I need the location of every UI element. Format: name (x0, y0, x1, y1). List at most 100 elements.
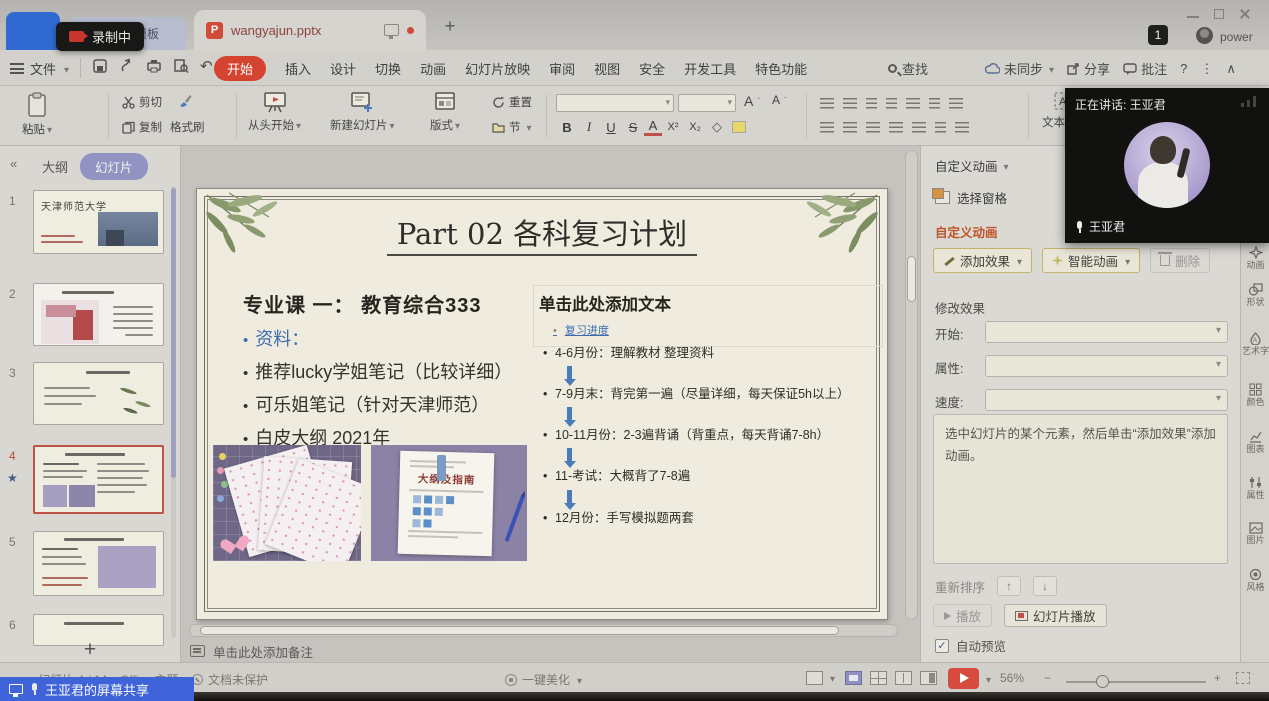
save-icon[interactable] (92, 58, 108, 74)
file-menu[interactable]: 文件 (10, 59, 69, 78)
sidebar-item-properties[interactable]: 属性 (1241, 476, 1269, 500)
new-tab-button[interactable]: + (438, 16, 462, 37)
distribute-icon[interactable] (912, 122, 926, 133)
notes-photo[interactable] (213, 445, 361, 561)
tab-view[interactable]: 视图 (594, 59, 620, 78)
checkbox-checked-icon[interactable]: ✓ (935, 639, 949, 653)
copy-button[interactable]: 复制 (122, 119, 162, 135)
smart-animation-button[interactable]: 智能动画 (1042, 248, 1140, 273)
align-center-icon[interactable] (843, 122, 857, 133)
fit-slide-button[interactable] (1236, 672, 1250, 684)
highlight-button[interactable] (732, 121, 746, 133)
tab-security[interactable]: 安全 (639, 59, 665, 78)
slide-thumbnail-4-selected[interactable]: 4 ★ (0, 445, 181, 516)
slide-play-button[interactable]: 幻灯片播放 (1004, 604, 1107, 627)
slide-thumbnail-3[interactable]: 3 (0, 362, 181, 427)
print-preview-icon[interactable] (173, 58, 189, 74)
wps-home-tab[interactable] (6, 12, 60, 50)
minimize-button[interactable] (1187, 8, 1199, 20)
columns-icon[interactable] (949, 98, 963, 109)
justify-icon[interactable] (889, 122, 903, 133)
font-size-combo[interactable] (678, 94, 736, 112)
indent-decrease-icon[interactable] (866, 98, 877, 109)
outline-guide-photo[interactable]: 大纲及指南 (371, 445, 527, 561)
decrease-font-button[interactable]: Aˇ (772, 93, 787, 107)
maximize-button[interactable] (1213, 8, 1225, 20)
new-slide-button[interactable]: 新建幻灯片 (330, 91, 395, 133)
reset-button[interactable]: 重置 (492, 94, 532, 110)
increase-font-button[interactable]: Aˆ (744, 93, 760, 109)
sidebar-item-colors[interactable]: 颜色 (1241, 383, 1269, 407)
protection-status[interactable]: 文档未保护 (192, 671, 268, 688)
zoom-slider-knob[interactable] (1096, 675, 1109, 688)
sync-status[interactable]: 未同步 (985, 59, 1054, 78)
add-effect-button[interactable]: 添加效果 (933, 248, 1032, 273)
comment-button[interactable]: 批注 (1123, 59, 1167, 78)
subscript-button[interactable]: X₂ (684, 121, 706, 133)
tab-slides[interactable]: 幻灯片 (80, 153, 148, 180)
print-icon[interactable] (146, 58, 162, 74)
align-left-icon[interactable] (820, 122, 834, 133)
font-family-combo[interactable] (556, 94, 674, 112)
move-up-button[interactable]: ↑ (997, 576, 1021, 596)
paste-button[interactable]: 粘贴 (22, 92, 52, 137)
slide-left-column[interactable]: 专业课 一： 教育综合333 资料： 推荐lucky学姐笔记（比较详细） 可乐姐… (243, 289, 543, 450)
slide-thumbnail-1[interactable]: 1 天津师范大学 (0, 190, 181, 256)
sidebar-item-animation[interactable]: 动画 (1241, 246, 1269, 270)
indent-increase-icon[interactable] (886, 98, 897, 109)
tab-special-features[interactable]: 特色功能 (755, 59, 807, 78)
beautify-button[interactable]: 一键美化 (505, 671, 582, 688)
slide-sorter-view-button[interactable] (870, 671, 887, 685)
search[interactable]: 查找 (888, 59, 928, 78)
delete-effect-button[interactable]: 删除 (1150, 248, 1210, 273)
tab-document[interactable]: P wangyajun.pptx (194, 10, 426, 50)
bullets-icon[interactable] (820, 98, 834, 109)
share-button[interactable]: 分享 (1067, 59, 1110, 78)
auto-preview-row[interactable]: ✓ 自动预览 (935, 636, 1006, 655)
slide-thumbnail-5[interactable]: 5 (0, 531, 181, 598)
tab-outline[interactable]: 大纲 (42, 157, 68, 176)
sidebar-item-style[interactable]: 风格 (1241, 568, 1269, 592)
vertical-scrollbar-thumb[interactable] (907, 256, 916, 302)
presenter-view-button[interactable] (920, 671, 937, 685)
paragraph-settings-icon[interactable] (955, 122, 969, 133)
screen-share-banner[interactable]: 王亚君的屏幕共享 (0, 677, 194, 701)
normal-view-button[interactable] (845, 671, 862, 685)
tab-animation[interactable]: 动画 (420, 59, 446, 78)
vertical-scrollbar[interactable] (905, 150, 918, 620)
slide-editor[interactable]: Part 02 各科复习计划 专业课 一： 教育综合333 资料： 推荐luck… (196, 188, 888, 620)
zoom-in-button[interactable]: + (1214, 671, 1221, 685)
tab-devtools[interactable]: 开发工具 (684, 59, 736, 78)
speed-dropdown[interactable] (985, 389, 1228, 411)
selection-pane-button[interactable]: 选择窗格 (935, 188, 1007, 207)
notes-bar[interactable]: 单击此处添加备注 (181, 640, 920, 662)
annotation-tool[interactable] (806, 671, 835, 685)
reading-view-button[interactable] (895, 671, 912, 685)
move-down-button[interactable]: ↓ (1033, 576, 1057, 596)
zoom-out-button[interactable]: − (1044, 671, 1051, 685)
sidebar-item-picture[interactable]: 图片 (1241, 522, 1269, 545)
play-from-start-button[interactable]: 从头开始 (248, 91, 301, 133)
clear-format-button[interactable]: ◇ (706, 119, 728, 135)
panel-scrollbar-thumb[interactable] (171, 188, 176, 478)
export-icon[interactable] (119, 58, 135, 74)
text-direction-icon[interactable] (929, 98, 940, 109)
play-slideshow-button[interactable] (948, 668, 979, 689)
section-button[interactable]: 节 (492, 119, 532, 135)
italic-button[interactable]: I (578, 119, 600, 135)
line-spacing-icon[interactable] (906, 98, 920, 109)
close-button[interactable] (1239, 8, 1251, 20)
property-dropdown[interactable] (985, 355, 1228, 377)
video-call-overlay[interactable]: 正在讲话: 王亚君 王亚君 (1065, 88, 1269, 243)
bold-button[interactable]: B (556, 120, 578, 135)
superscript-button[interactable]: X² (662, 121, 684, 133)
horizontal-scrollbar[interactable] (189, 624, 898, 637)
underline-button[interactable]: U (600, 120, 622, 135)
collapse-panel-button[interactable]: « (10, 156, 17, 171)
notification-badge[interactable]: 1 (1148, 25, 1168, 45)
sidebar-item-shapes[interactable]: 形状 (1241, 283, 1269, 307)
more-menu-button[interactable]: ⋮ (1200, 61, 1213, 77)
tab-home[interactable]: 开始 (214, 56, 266, 81)
add-slide-button[interactable]: + (78, 638, 102, 662)
numbering-icon[interactable] (843, 98, 857, 109)
